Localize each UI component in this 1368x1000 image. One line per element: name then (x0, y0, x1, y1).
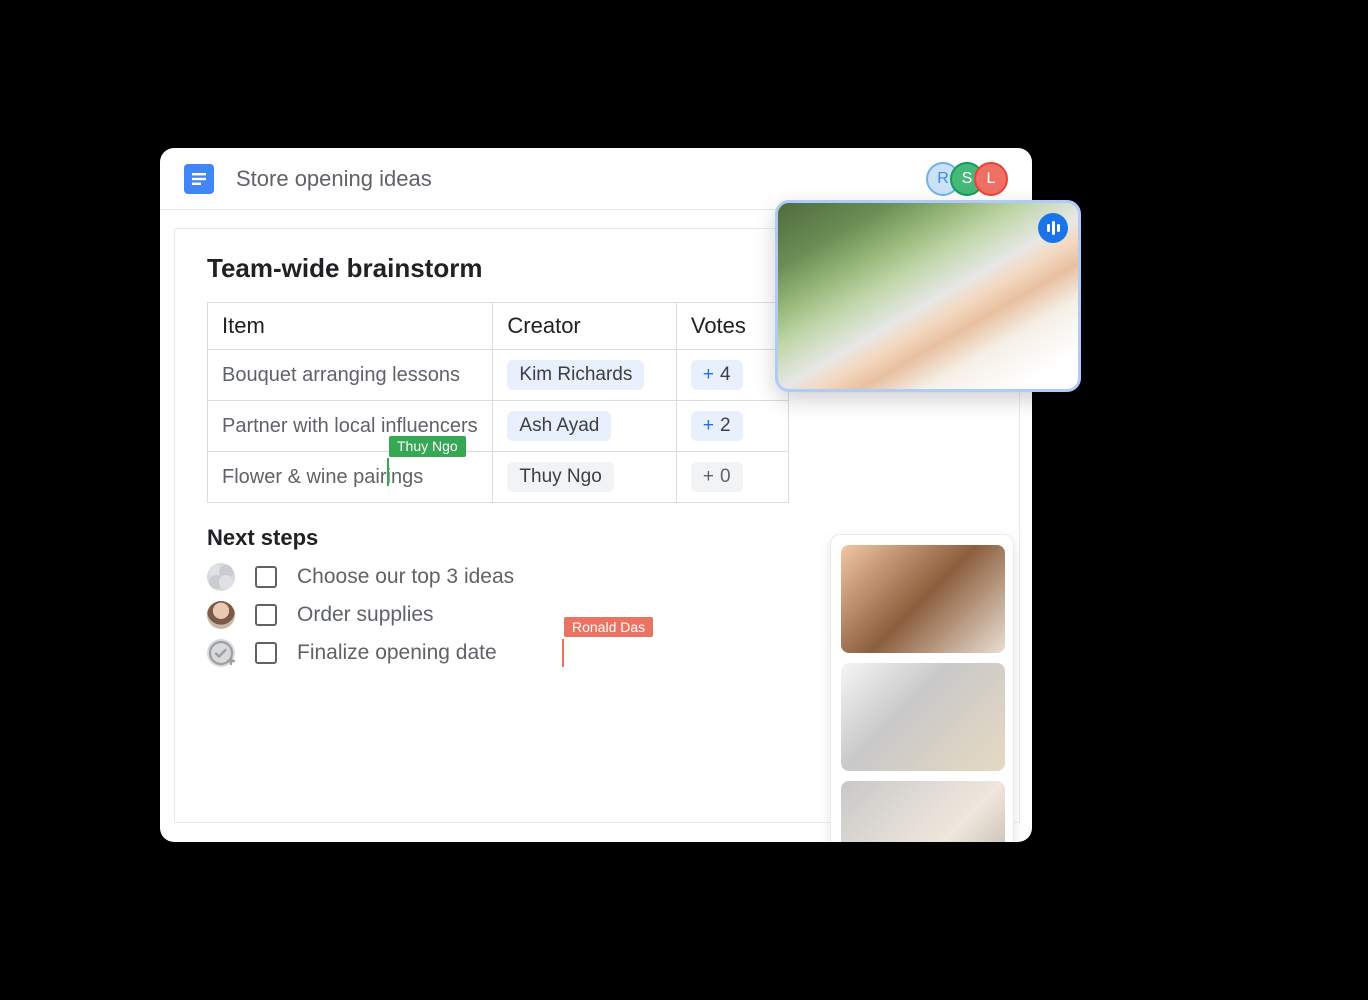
plus-icon: + (703, 364, 714, 386)
table-row: Bouquet arranging lessons Kim Richards +… (208, 350, 789, 401)
cell-item[interactable]: Bouquet arranging lessons (208, 350, 493, 401)
meet-panel (830, 534, 1014, 842)
plus-icon: + (703, 415, 714, 437)
cell-item-text: Flower & wine pairings (222, 466, 423, 488)
doc-title[interactable]: Store opening ideas (236, 166, 926, 192)
task-checkbox[interactable] (255, 566, 277, 588)
creator-chip[interactable]: Kim Richards (507, 360, 644, 390)
participant-tile[interactable] (841, 545, 1005, 653)
live-cursor-caret-thuy (387, 458, 389, 486)
participant-tile[interactable] (841, 663, 1005, 771)
task-checkbox[interactable] (255, 604, 277, 626)
creator-chip[interactable]: Thuy Ngo (507, 462, 613, 492)
cell-item[interactable]: Flower & wine pairings Thuy Ngo (208, 452, 493, 503)
cell-creator: Ash Ayad (493, 401, 676, 452)
task-label[interactable]: Finalize opening date (297, 641, 497, 665)
ideas-table: Item Creator Votes Bouquet arranging les… (207, 302, 789, 503)
assignee-avatar[interactable] (207, 601, 235, 629)
task-label[interactable]: Order supplies (297, 603, 434, 627)
collaborator-avatar-l[interactable]: L (974, 162, 1008, 196)
active-speaker-tile[interactable] (775, 200, 1081, 392)
speaking-indicator-icon (1038, 213, 1068, 243)
live-cursor-caret-ronald (562, 639, 564, 667)
creator-chip[interactable]: Ash Ayad (507, 411, 611, 441)
vote-count: 0 (720, 466, 731, 488)
assignee-avatar-group-icon[interactable] (207, 563, 235, 591)
cell-votes: +4 (676, 350, 788, 401)
vote-chip[interactable]: +0 (691, 462, 743, 492)
task-checkbox[interactable] (255, 642, 277, 664)
participant-tile[interactable] (841, 781, 1005, 842)
col-votes: Votes (676, 303, 788, 350)
docs-icon[interactable] (184, 164, 214, 194)
vote-chip[interactable]: +4 (691, 360, 743, 390)
vote-chip[interactable]: +2 (691, 411, 743, 441)
cell-creator: Kim Richards (493, 350, 676, 401)
vote-count: 4 (720, 364, 731, 386)
vote-count: 2 (720, 415, 731, 437)
assign-task-icon[interactable] (207, 639, 235, 667)
table-row: Flower & wine pairings Thuy Ngo Thuy Ngo… (208, 452, 789, 503)
cell-creator: Thuy Ngo (493, 452, 676, 503)
cell-votes: +0 (676, 452, 788, 503)
live-cursor-tag-ronald: Ronald Das (564, 617, 653, 637)
cell-votes: +2 (676, 401, 788, 452)
live-cursor-tag-thuy: Thuy Ngo (389, 436, 466, 458)
task-label[interactable]: Choose our top 3 ideas (297, 565, 514, 589)
collaborator-avatars: R S L (926, 162, 1008, 196)
table-header-row: Item Creator Votes (208, 303, 789, 350)
col-creator: Creator (493, 303, 676, 350)
col-item: Item (208, 303, 493, 350)
plus-icon: + (703, 466, 714, 488)
table-row: Partner with local influencers Ash Ayad … (208, 401, 789, 452)
